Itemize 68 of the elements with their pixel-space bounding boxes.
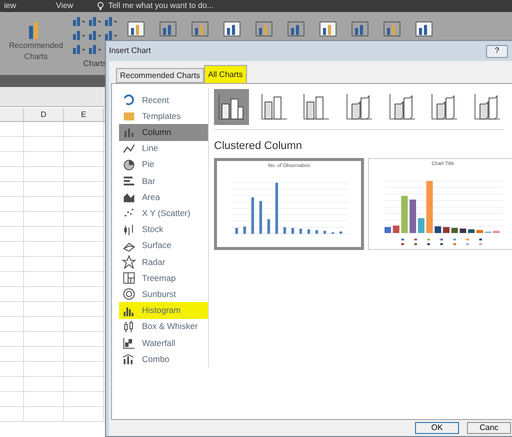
dialog-tab[interactable]: Recommended Charts bbox=[116, 68, 204, 83]
chart-type-item[interactable]: Surface bbox=[119, 238, 208, 254]
chart-icon[interactable] bbox=[72, 30, 86, 40]
column-chart-icon bbox=[216, 92, 246, 122]
chart-type-item[interactable]: Pie bbox=[119, 156, 208, 173]
help-button[interactable]: ? bbox=[486, 44, 508, 58]
subtype-title: Clustered Column bbox=[214, 139, 304, 154]
column-chart-icon bbox=[386, 92, 417, 122]
ribbon-icon[interactable] bbox=[126, 20, 146, 38]
chart-type-item[interactable]: Area bbox=[119, 189, 208, 206]
chart-icon[interactable] bbox=[104, 16, 118, 26]
column-chart-icon bbox=[301, 92, 332, 122]
chart-type-item[interactable]: Line bbox=[119, 140, 208, 157]
chart-type-item[interactable]: Histogram bbox=[119, 302, 208, 319]
chart-type-icon bbox=[122, 93, 136, 108]
chart-type-icon bbox=[122, 336, 136, 350]
ribbon-icon[interactable] bbox=[254, 20, 274, 38]
chart-type-item[interactable]: Templates bbox=[119, 108, 208, 124]
recommended-charts-button[interactable]: Recommended Charts bbox=[6, 40, 66, 62]
column-chart-icon bbox=[429, 92, 460, 122]
lightbulb-icon bbox=[97, 2, 104, 10]
chart-type-item[interactable]: Treemap bbox=[119, 270, 208, 286]
chart-type-icon bbox=[122, 174, 136, 188]
ribbon-icon[interactable] bbox=[286, 20, 306, 38]
chart-type-item[interactable]: Recent bbox=[119, 92, 208, 108]
chart-type-item[interactable]: Waterfall bbox=[119, 334, 208, 351]
chart-icon[interactable] bbox=[72, 44, 86, 54]
chart-type-item[interactable]: Stock bbox=[119, 222, 208, 238]
column-header[interactable]: D bbox=[24, 108, 64, 121]
chart-icon[interactable] bbox=[104, 30, 118, 40]
ribbon-icon[interactable] bbox=[382, 20, 402, 38]
chart-icon[interactable] bbox=[72, 16, 86, 26]
column-chart-icon bbox=[258, 92, 289, 122]
chart-type-icon bbox=[122, 287, 136, 302]
menu-tab[interactable]: View bbox=[56, 0, 74, 12]
chart-type-icon bbox=[122, 320, 136, 334]
ribbon-icon[interactable] bbox=[350, 20, 370, 38]
chart-type-icon bbox=[122, 271, 136, 286]
ribbon-icon[interactable] bbox=[222, 20, 242, 38]
chart-type-icon bbox=[122, 352, 136, 366]
tell-me-field[interactable]: Tell me what you want to do... bbox=[97, 0, 214, 12]
ribbon-icon[interactable] bbox=[190, 20, 210, 38]
column-header[interactable]: E bbox=[64, 108, 104, 121]
chart-type-item[interactable]: Sunburst bbox=[119, 286, 208, 302]
column-chart-icon bbox=[344, 92, 374, 122]
chart-type-item[interactable]: Combo bbox=[119, 351, 208, 368]
chart-type-item[interactable]: Box & Whisker bbox=[119, 318, 208, 335]
dialog-tab[interactable]: All Charts bbox=[204, 65, 247, 83]
chart-icon[interactable] bbox=[88, 16, 102, 26]
ribbon-icon[interactable] bbox=[158, 20, 178, 38]
chart-icon[interactable] bbox=[88, 30, 102, 40]
chart-type-icon bbox=[122, 254, 136, 269]
menu-tab[interactable]: iew bbox=[4, 0, 16, 12]
chart-type-icon bbox=[122, 142, 136, 156]
dialog-button[interactable]: Canc bbox=[467, 422, 511, 434]
column-chart-icon bbox=[472, 92, 502, 122]
chart-type-icon bbox=[122, 158, 136, 172]
chart-icon[interactable] bbox=[88, 44, 102, 54]
ribbon-icon[interactable] bbox=[414, 20, 434, 38]
chart-type-item[interactable]: Radar bbox=[119, 254, 208, 270]
window-title: Insert Chart bbox=[109, 45, 151, 57]
chart-type-item[interactable]: Bar bbox=[119, 172, 208, 190]
dialog-button[interactable]: OK bbox=[415, 422, 459, 434]
chart-type-item[interactable]: Column bbox=[119, 124, 208, 141]
chart-subtype-button[interactable] bbox=[214, 89, 249, 125]
chart-type-item[interactable]: X Y (Scatter) bbox=[119, 205, 208, 222]
chart-type-icon bbox=[122, 222, 136, 237]
ribbon-icon[interactable] bbox=[318, 20, 338, 38]
